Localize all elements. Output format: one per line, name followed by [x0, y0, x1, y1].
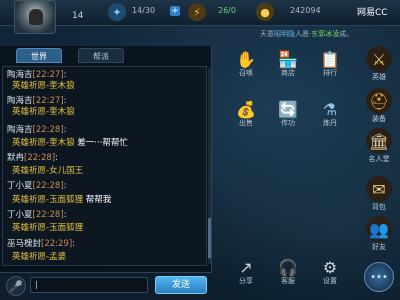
chat-message-text[interactable]: 英雄祈愿-奎木狼 [12, 81, 75, 92]
broadcast-banner: 天意昭明隐人愿·东郭冰凌成。 [260, 29, 353, 39]
tab-world[interactable]: 世界 [16, 48, 62, 63]
sender-name[interactable]: 默冉 [7, 153, 24, 163]
summon-label: 召唤 [239, 69, 253, 77]
player-level: 14 [72, 11, 84, 21]
transfer-label: 传功 [281, 119, 295, 127]
message-time: [22:27] [32, 70, 64, 80]
shop-label: 商店 [281, 69, 295, 77]
tab-guild[interactable]: 帮派 [78, 48, 124, 63]
netease-cc-logo: 网易CC [357, 8, 388, 18]
broadcast-prefix: 天意 [260, 30, 274, 38]
chat-message-text[interactable]: 英雄祈愿-玉面狐狸 [12, 223, 83, 234]
chat-message-header: 丁小夏[22:28]: [7, 181, 67, 191]
friends-icon: 👥 [366, 216, 392, 242]
chat-scrollbar-thumb[interactable] [208, 218, 211, 258]
equipment-button[interactable]: ⛑ 装备 [362, 88, 396, 126]
broadcast-middle: 人愿· [295, 30, 312, 38]
hall-icon: 🏛 [366, 128, 392, 154]
hero-icon: ⚔ [366, 46, 392, 72]
hall-of-fame-button[interactable]: 🏛 名人堂 [362, 128, 396, 166]
heroes-label: 英雄 [372, 73, 386, 81]
helmet-icon: ⛑ [366, 88, 392, 114]
chat-message-text[interactable]: 英雄祈愿-女儿国王 [12, 166, 83, 177]
sender-name[interactable]: 丁小夏 [7, 210, 33, 220]
chat-message-text[interactable]: 英雄祈愿-玉面狐狸 帮帮我 [12, 195, 111, 206]
chat-message-text[interactable]: 英雄祈愿-奎木狼 差一···帮帮忙 [12, 138, 128, 149]
support-button[interactable]: 🎧 客服 [270, 254, 306, 290]
ranking-label: 排行 [323, 69, 337, 77]
chat-message-header: 陶海吉[22:28]: [7, 125, 67, 135]
more-dots-icon: ••• [370, 271, 388, 283]
chat-message-text[interactable]: 英雄祈愿-奎木狼 [12, 107, 75, 118]
sell-label: 出售 [239, 119, 253, 127]
chat-message-header: 陶海吉[22:27]: [7, 96, 67, 106]
message-time: [22:29] [41, 239, 73, 249]
sender-name[interactable]: 丁小夏 [7, 181, 33, 191]
chat-message-header: 默冉[22:28]: [7, 153, 59, 163]
sender-name[interactable]: 陶海吉 [7, 96, 33, 106]
ranking-button[interactable]: 📋 排行 [312, 46, 348, 82]
stamina-value: 26/0 [218, 6, 236, 15]
message-time: [22:28] [32, 125, 64, 135]
stamina-icon: ⚡ [188, 3, 206, 21]
bag-icon: ✉ [366, 176, 392, 202]
sender-name[interactable]: 巫马槐封 [7, 239, 41, 249]
sender-name[interactable]: 陶海吉 [7, 125, 33, 135]
chat-scrollbar[interactable] [208, 68, 211, 264]
transfer-button[interactable]: 🔄 传功 [270, 96, 306, 132]
broadcast-suffix: 成。 [339, 30, 354, 38]
chat-message-header: 陶海吉[22:27]: [7, 70, 67, 80]
settings-button[interactable]: ⚙ 设置 [312, 254, 348, 290]
add-energy-button[interactable]: + [170, 6, 180, 16]
energy-icon: ✦ [108, 3, 126, 21]
chat-message-text[interactable]: 英雄祈愿-孟婆 [12, 252, 66, 263]
equipment-label: 装备 [372, 115, 386, 123]
share-label: 分享 [239, 277, 253, 285]
hall-of-fame-label: 名人堂 [368, 155, 390, 163]
message-time: [22:28] [32, 210, 64, 220]
broadcast-highlight: 昭明隐 [274, 30, 295, 38]
alchemy-button[interactable]: ⚗ 炼丹 [312, 96, 348, 132]
energy-value: 14/30 [132, 6, 156, 15]
support-label: 客服 [281, 277, 295, 285]
chat-input[interactable]: | [30, 277, 148, 293]
sender-name[interactable]: 陶海吉 [7, 70, 33, 80]
alchemy-label: 炼丹 [323, 119, 337, 127]
microphone-icon[interactable]: 🎤 [6, 276, 26, 296]
message-time: [22:28] [24, 153, 56, 163]
coin-value: 242094 [290, 6, 321, 15]
bag-button[interactable]: ✉ 背包 [362, 176, 396, 214]
coin-icon: ● [256, 3, 274, 21]
heroes-button[interactable]: ⚔ 英雄 [362, 46, 396, 84]
friends-label: 好友 [372, 243, 386, 251]
settings-label: 设置 [323, 277, 337, 285]
message-time: [22:27] [32, 96, 64, 106]
send-button[interactable]: 发送 [155, 276, 207, 294]
message-time: [22:28] [32, 181, 64, 191]
share-button[interactable]: ↗ 分享 [228, 254, 264, 290]
more-menu-button[interactable]: ••• [364, 262, 394, 292]
broadcast-player: 东郭冰凌 [311, 30, 340, 38]
player-avatar[interactable] [14, 0, 56, 34]
chat-message-header: 丁小夏[22:28]: [7, 210, 67, 220]
friends-button[interactable]: 👥 好友 [362, 216, 396, 254]
chat-message-header: 巫马槐封[22:29]: [7, 239, 76, 249]
shop-button[interactable]: 🏪 商店 [270, 46, 306, 82]
summon-button[interactable]: ✋ 召唤 [228, 46, 264, 82]
sell-button[interactable]: 💰 出售 [228, 96, 264, 132]
bag-label: 背包 [372, 203, 386, 211]
